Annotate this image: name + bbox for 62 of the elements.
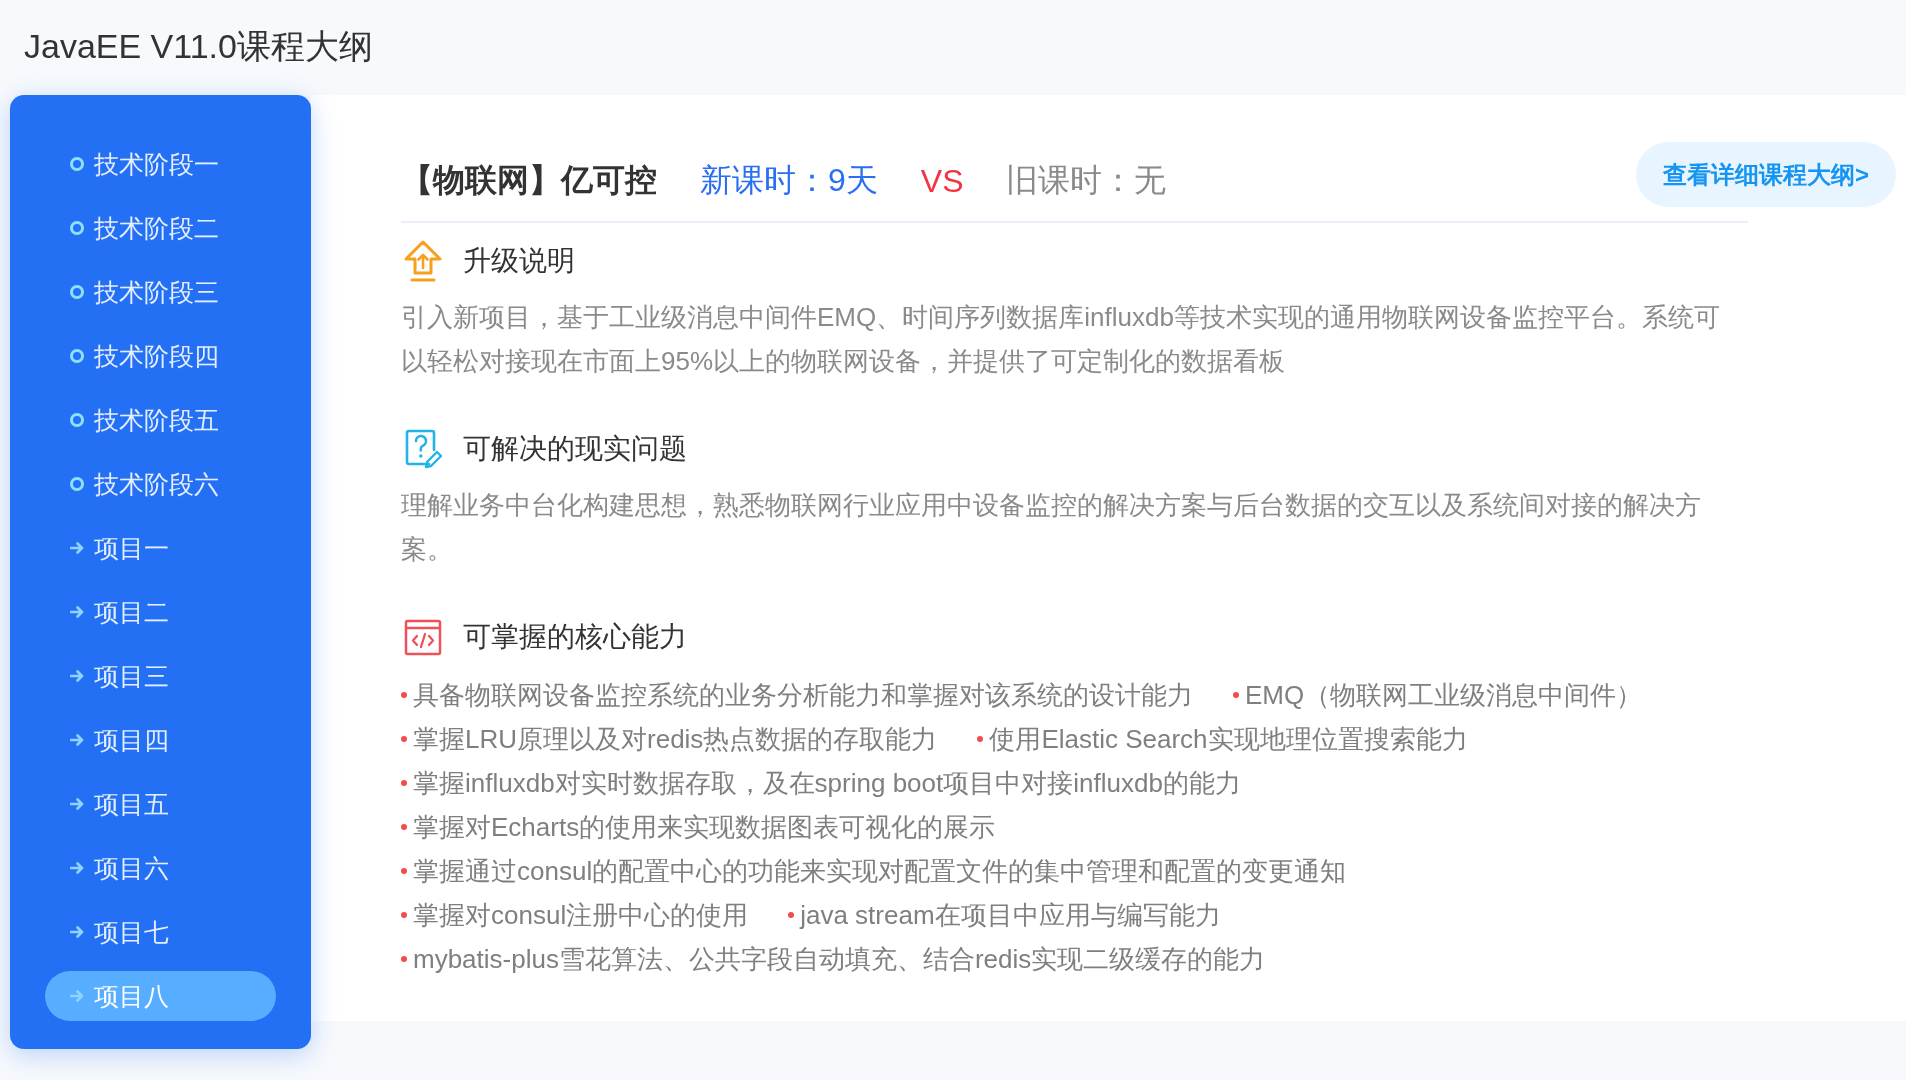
skill-text: 掌握通过consul的配置中心的功能来实现对配置文件的集中管理和配置的变更通知	[413, 854, 1347, 888]
upload-arrow-icon	[404, 240, 442, 282]
bullet-icon	[401, 824, 407, 830]
skill-text: EMQ（物联网工业级消息中间件）	[1245, 678, 1643, 712]
sidebar-item[interactable]: 技术阶段一	[45, 139, 276, 189]
arrow-right-icon	[70, 926, 84, 938]
bullet-icon	[401, 956, 407, 962]
sidebar-item[interactable]: 技术阶段二	[45, 203, 276, 253]
arrow-right-icon	[70, 670, 84, 682]
bullet-icon	[401, 736, 407, 742]
sidebar-item[interactable]: 技术阶段六	[45, 459, 276, 509]
skill-text: 具备物联网设备监控系统的业务分析能力和掌握对该系统的设计能力	[413, 678, 1193, 712]
arrow-right-icon	[70, 606, 84, 618]
bullet-icon	[977, 736, 984, 742]
skill-text: 掌握对consul注册中心的使用	[413, 898, 749, 932]
bullet-icon	[788, 912, 795, 918]
section-heading: 可掌握的核心能力	[463, 620, 687, 654]
skill-text: 使用Elastic Search实现地理位置搜索能力	[989, 722, 1468, 756]
ring-icon	[70, 349, 84, 363]
bullet-icon	[401, 692, 407, 698]
ring-icon	[70, 285, 84, 299]
arrow-right-icon	[70, 734, 84, 746]
sidebar-item[interactable]: 项目五	[45, 779, 276, 829]
ring-icon	[70, 157, 84, 171]
page-title: JavaEE V11.0课程大纲	[24, 25, 373, 67]
section-text: 理解业务中台化构建思想，熟悉物联网行业应用中设备监控的解决方案与后台数据的交互以及系统间对接的解决方案。	[401, 489, 1702, 566]
bullet-icon	[401, 912, 407, 918]
sidebar-item[interactable]: 项目三	[45, 651, 276, 701]
code-window-icon	[404, 618, 442, 656]
skill-text: java stream在项目中应用与编写能力	[800, 898, 1221, 932]
skill-text: 掌握influxdb对实时数据存取，及在spring boot项目中对接influxdb的能力	[413, 766, 1241, 800]
ring-icon	[70, 477, 84, 491]
sidebar-item[interactable]: 技术阶段三	[45, 267, 276, 317]
section-heading: 可解决的现实问题	[463, 432, 687, 466]
arrow-right-icon	[70, 990, 84, 1002]
ring-icon	[70, 413, 84, 427]
section-text: 引入新项目，基于工业级消息中间件EMQ、时间序列数据库influxdb等技术实现的通用物联网设备监控平台。系统可以轻松对接现在市面上95%以上的物联网设备，并提供了可定制化的数据看板	[401, 301, 1721, 378]
bullet-icon	[401, 868, 407, 874]
bullet-icon	[401, 780, 407, 786]
sidebar-item[interactable]: 项目六	[45, 843, 276, 893]
skill-text: 掌握LRU原理以及对redis热点数据的存取能力	[413, 722, 938, 756]
arrow-right-icon	[70, 798, 84, 810]
arrow-right-icon	[70, 862, 84, 874]
sidebar-item[interactable]: 技术阶段五	[45, 395, 276, 445]
sidebar-item[interactable]: 项目七	[45, 907, 276, 957]
question-pencil-icon	[404, 428, 442, 470]
skill-text: 掌握对Echarts的使用来实现数据图表可视化的展示	[413, 810, 996, 844]
old-hours-text: 旧课时：无	[1006, 161, 1167, 200]
sidebar-item[interactable]: 项目八	[45, 971, 276, 1021]
detail-outline-button[interactable]: 查看详细课程大纲>	[1636, 142, 1896, 207]
sidebar-item[interactable]: 项目二	[45, 587, 276, 637]
skill-text: mybatis-plus雪花算法、公共字段自动填充、结合redis实现二级缓存的能力	[413, 942, 1266, 976]
arrow-right-icon	[70, 542, 84, 554]
new-hours-text: 新课时：9天	[700, 161, 878, 200]
versus-text: VS	[920, 162, 964, 200]
course-name: 【物联网】亿可控	[401, 161, 657, 200]
sidebar-item[interactable]: 项目一	[45, 523, 276, 573]
sidebar-item[interactable]: 项目四	[45, 715, 276, 765]
section-heading: 升级说明	[463, 244, 575, 278]
bullet-icon	[1233, 692, 1239, 698]
ring-icon	[70, 221, 84, 235]
sidebar-item[interactable]: 技术阶段四	[45, 331, 276, 381]
